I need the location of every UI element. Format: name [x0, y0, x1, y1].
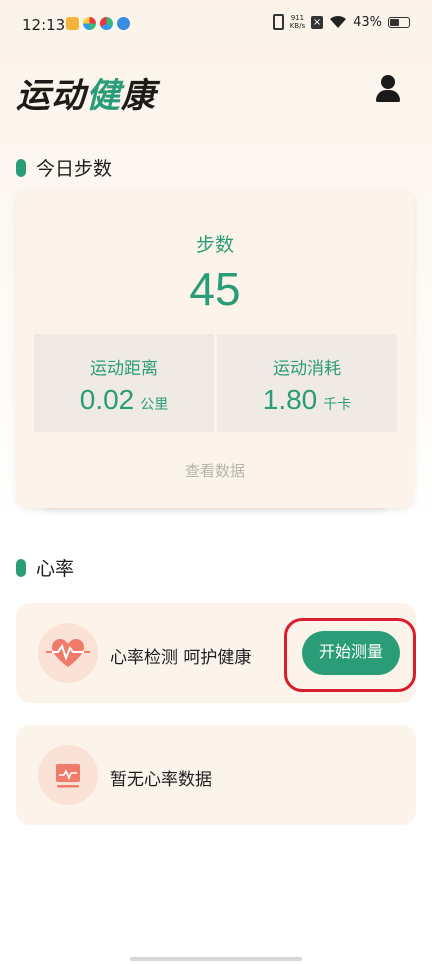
calories-title: 运动消耗: [273, 359, 341, 379]
wifi-icon: [330, 15, 347, 28]
heart-rate-empty-card[interactable]: 暂无心率数据: [16, 725, 416, 825]
heart-section-label: 心率: [36, 558, 75, 580]
app-logo-part3: 康: [121, 76, 156, 116]
net-speed-value: 911: [290, 14, 305, 22]
monitor-icon: [38, 745, 98, 805]
heart-rate-measure-card: 心率检测 呵护健康 开始测量: [16, 603, 416, 703]
distance-title: 运动距离: [90, 359, 158, 379]
app-logo: 运动健康: [16, 68, 156, 117]
steps-value: 45: [189, 263, 241, 315]
home-indicator[interactable]: [130, 957, 302, 961]
start-measure-button[interactable]: 开始测量: [302, 631, 400, 675]
browser-icon: [117, 17, 130, 30]
net-speed-unit: KB/s: [289, 22, 306, 30]
steps-section-label: 今日步数: [36, 158, 113, 180]
view-data-link[interactable]: 查看数据: [16, 460, 414, 481]
status-bar: 12:13 911 KB/s × 43%: [0, 0, 432, 50]
app-logo-part2: 健: [86, 76, 121, 116]
calories-box: 运动消耗 1.80 千卡: [217, 334, 397, 432]
steps-label: 步数: [195, 234, 234, 256]
distance-value: 0.02: [79, 384, 135, 415]
section-marker: [16, 158, 26, 177]
pinwheel-icon: [100, 17, 113, 30]
notification-icons: [66, 17, 130, 30]
battery-icon: [388, 16, 410, 28]
clock: 12:13: [22, 16, 66, 34]
no-heart-rate-text: 暂无心率数据: [110, 770, 212, 790]
app-notification-icon: [66, 17, 79, 30]
battery-percent: 43%: [353, 14, 382, 30]
heart-rate-icon: [38, 623, 98, 683]
net-speed: 911 KB/s: [290, 14, 305, 30]
calories-value: 1.80: [262, 384, 318, 415]
heart-rate-slogan: 心率检测 呵护健康: [110, 648, 252, 668]
heart-section-title: 心率: [16, 554, 74, 581]
vibrate-icon: [272, 14, 284, 30]
steps-section-title: 今日步数: [16, 154, 112, 181]
steps-card-stack: 步数 45 运动距离 0.02 公里 运动消耗 1.80 千卡 查看数据: [16, 190, 414, 520]
user-icon[interactable]: [374, 74, 402, 104]
calories-unit: 千卡: [323, 397, 352, 413]
steps-card[interactable]: 步数 45 运动距离 0.02 公里 运动消耗 1.80 千卡 查看数据: [16, 190, 414, 508]
distance-unit: 公里: [140, 397, 169, 413]
section-marker: [16, 558, 26, 577]
distance-box: 运动距离 0.02 公里: [34, 334, 214, 432]
pinwheel-icon: [83, 17, 96, 30]
system-icons: 911 KB/s × 43%: [272, 14, 410, 30]
sim-off-icon: ×: [311, 15, 324, 29]
app-logo-part1: 运动: [16, 76, 86, 116]
